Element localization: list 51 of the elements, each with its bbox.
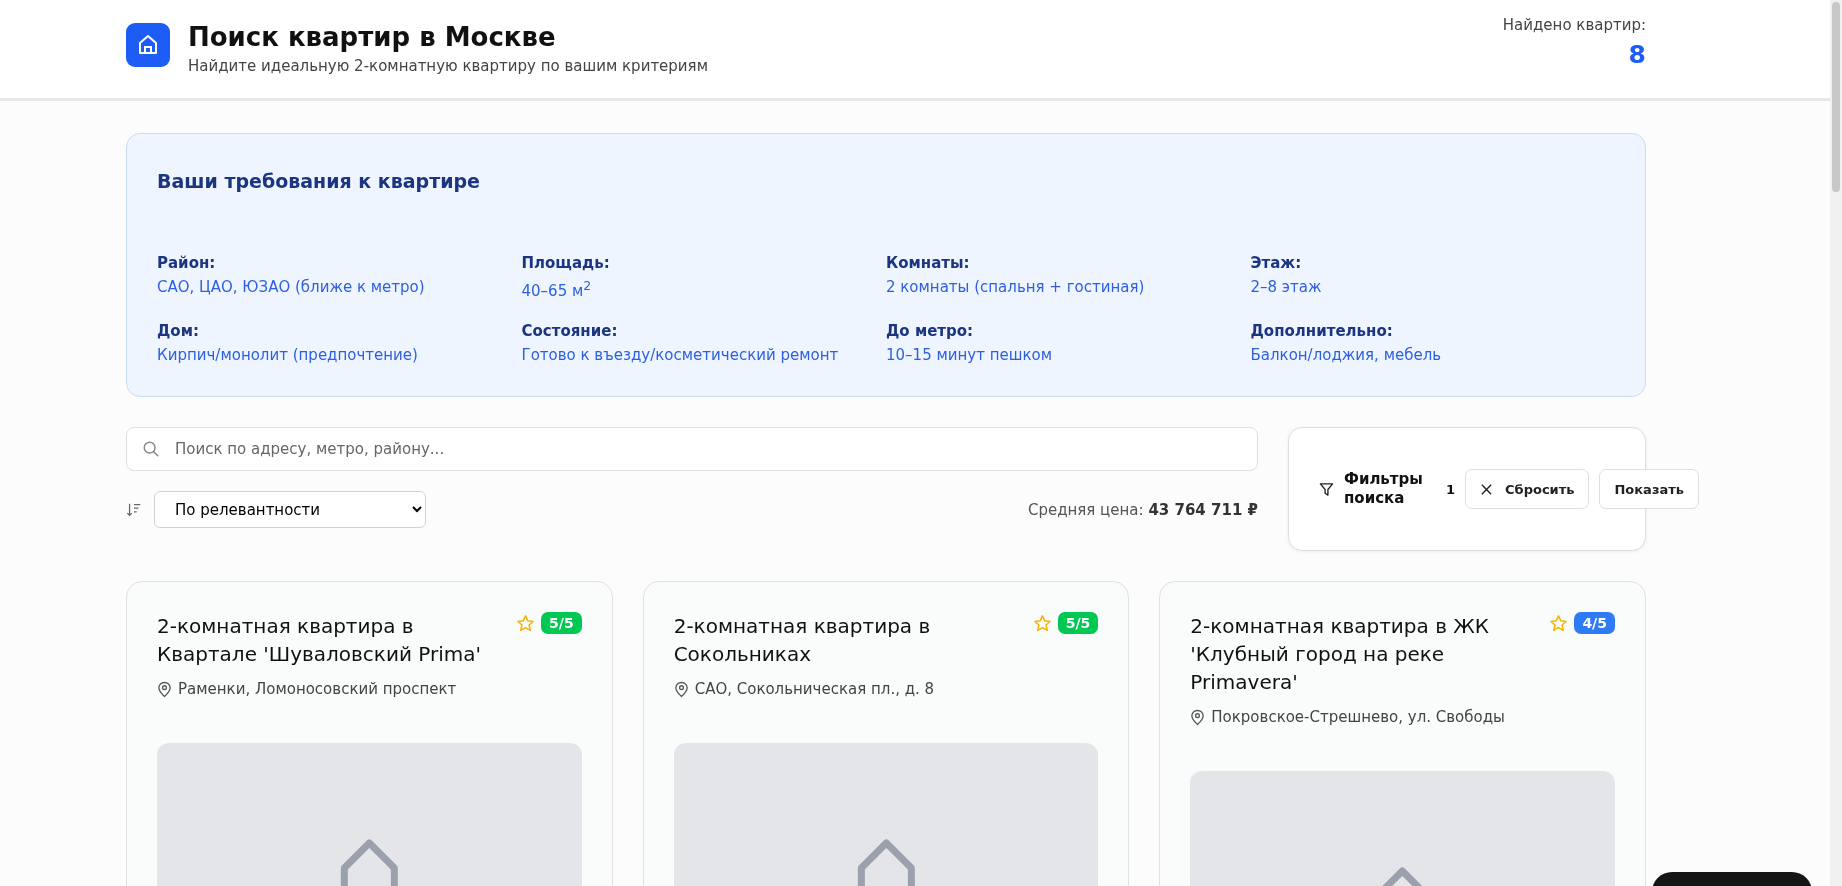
listing-address: Раменки, Ломоносовский проспект [178,680,457,698]
requirements-title: Ваши требования к квартире [157,170,481,192]
requirement-label: Район: [157,254,217,272]
requirement-label: Дополнительно: [1250,322,1394,340]
filters-title: Фильтры поиска [1344,470,1424,508]
close-icon [1480,482,1494,496]
requirement-value: Балкон/лоджия, мебель [1250,346,1443,364]
requirement-label: Комнаты: [886,254,971,272]
page-subtitle: Найдите идеальную 2-комнатную квартиру по вашим критериям [188,57,708,75]
average-price: Средняя цена: 43 764 711 ₽ [1027,500,1258,519]
star-icon[interactable] [516,613,536,633]
sort-icon [126,501,142,518]
house-icon [126,23,170,67]
filter-count: 1 [1446,481,1456,497]
listing-card[interactable]: 2-комнатная квартира в ЖК 'Клубный город на реке Primavera' 4/5 Покровское-Стрешнево, ул. Свободы [1159,581,1646,886]
requirement-label: Дом: [157,322,200,340]
reset-button[interactable]: Сбросить [1465,469,1590,509]
star-icon[interactable] [1549,613,1569,633]
listing-address: Покровское-Стрешнево, ул. Свободы [1211,708,1505,726]
requirement-value: Готово к въезду/косметический ремонт [521,346,840,364]
requirement-value: 2–8 этаж [1250,278,1323,296]
show-button[interactable]: Показать [1599,469,1699,509]
listing-title: 2-комнатная квартира в ЖК 'Клубный город на реке Primavera' [1190,613,1491,696]
location-pin-icon [1190,708,1206,726]
requirement-value: 40–65 м$^{2}$ [521,278,593,300]
requirement-value: 10–15 минут пешком [886,346,1053,364]
location-pin-icon [673,680,689,698]
score-badge: 4/5 [1574,612,1615,634]
requirement-value: 2 комнаты (спальня + гостиная) [886,278,1146,296]
listing-address: САО, Сокольническая пл., д. 8 [694,680,935,698]
location-pin-icon [157,680,172,698]
score-badge: 5/5 [541,612,582,634]
requirement-label: Площадь: [521,254,611,272]
sort-select[interactable]: По релевантности [154,491,426,528]
listing-title: 2-комнатная квартира в Квартале 'Шуваловский Prima' [157,613,482,668]
requirement-label: До метро: [886,322,975,340]
listing-card[interactable]: 2-комнатная квартира в Сокольниках 5/5 САО, Сокольническая пл., д. 8 [642,581,1130,886]
found-label: Найдено квартир: [1502,16,1646,34]
star-icon[interactable] [1032,613,1052,633]
filter-icon [1319,481,1334,497]
requirement-label: Состояние: [521,322,619,340]
found-count: 8 [1627,40,1646,69]
requirement-value: САО, ЦАО, ЮЗАО (ближе к метро) [157,278,426,296]
listing-card[interactable]: 2-комнатная квартира в Квартале 'Шуваловский Prima' 5/5 Раменки, Ломоносовский проспект [126,581,613,886]
requirement-label: Этаж: [1250,254,1303,272]
score-badge: 5/5 [1057,612,1099,634]
requirement-value: Кирпич/монолит (предпочтение) [157,346,419,364]
listing-title: 2-комнатная квартира в Сокольниках [673,613,932,668]
scrollbar[interactable] [1830,0,1842,886]
page-title: Поиск квартир в Москве [188,21,557,53]
search-field[interactable]: Поиск по адресу, метро, району... [126,427,1258,471]
